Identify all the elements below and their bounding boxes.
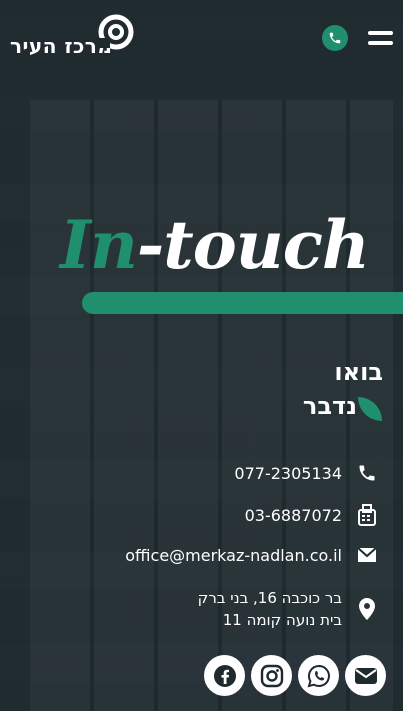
email-button[interactable] [345,655,386,696]
heading-line-2: נדבר [302,392,357,420]
instagram-button[interactable] [251,655,292,696]
hamburger-icon [368,31,393,35]
facebook-button[interactable] [204,655,245,696]
contact-phone[interactable]: 077-2305134 [234,464,342,483]
logo[interactable]: מרכז העיר [10,12,136,58]
phone-icon [356,462,378,484]
contact-fax[interactable]: 03-6887072 [245,506,342,525]
instagram-icon [260,664,283,687]
contact-email-row[interactable]: office@merkaz-nadlan.co.il [125,544,378,566]
contact-address: בר כוכבה 16, בני ברק בית נועה קומה 11 [198,587,342,631]
logo-mark-icon [96,14,134,50]
contact-fax-row[interactable]: 03-6887072 [245,504,378,526]
heading-line-1: בואו [334,358,383,386]
contact-phone-row[interactable]: 077-2305134 [234,462,378,484]
whatsapp-button[interactable] [298,655,339,696]
address-line-1: בר כוכבה 16, בני ברק [197,589,342,607]
social-links [204,655,386,696]
header-phone-button[interactable] [322,25,348,51]
whatsapp-icon [307,664,330,687]
site-header: מרכז העיר [0,0,403,80]
phone-icon [329,32,341,44]
contact-email[interactable]: office@merkaz-nadlan.co.il [125,546,342,565]
hero-title: In-touch [60,200,370,290]
map-pin-icon [356,598,378,620]
hero-title-rest: -touch [136,206,370,284]
envelope-icon [354,667,377,684]
hamburger-menu-button[interactable] [368,31,393,45]
contact-address-row[interactable]: בר כוכבה 16, בני ברק בית נועה קומה 11 [198,587,378,631]
hero-underline [82,292,403,314]
address-line-2: בית נועה קומה 11 [222,611,342,629]
facebook-icon [213,664,236,687]
fax-icon [356,504,378,526]
envelope-icon [356,544,378,566]
hero-title-accent: In [60,206,138,284]
